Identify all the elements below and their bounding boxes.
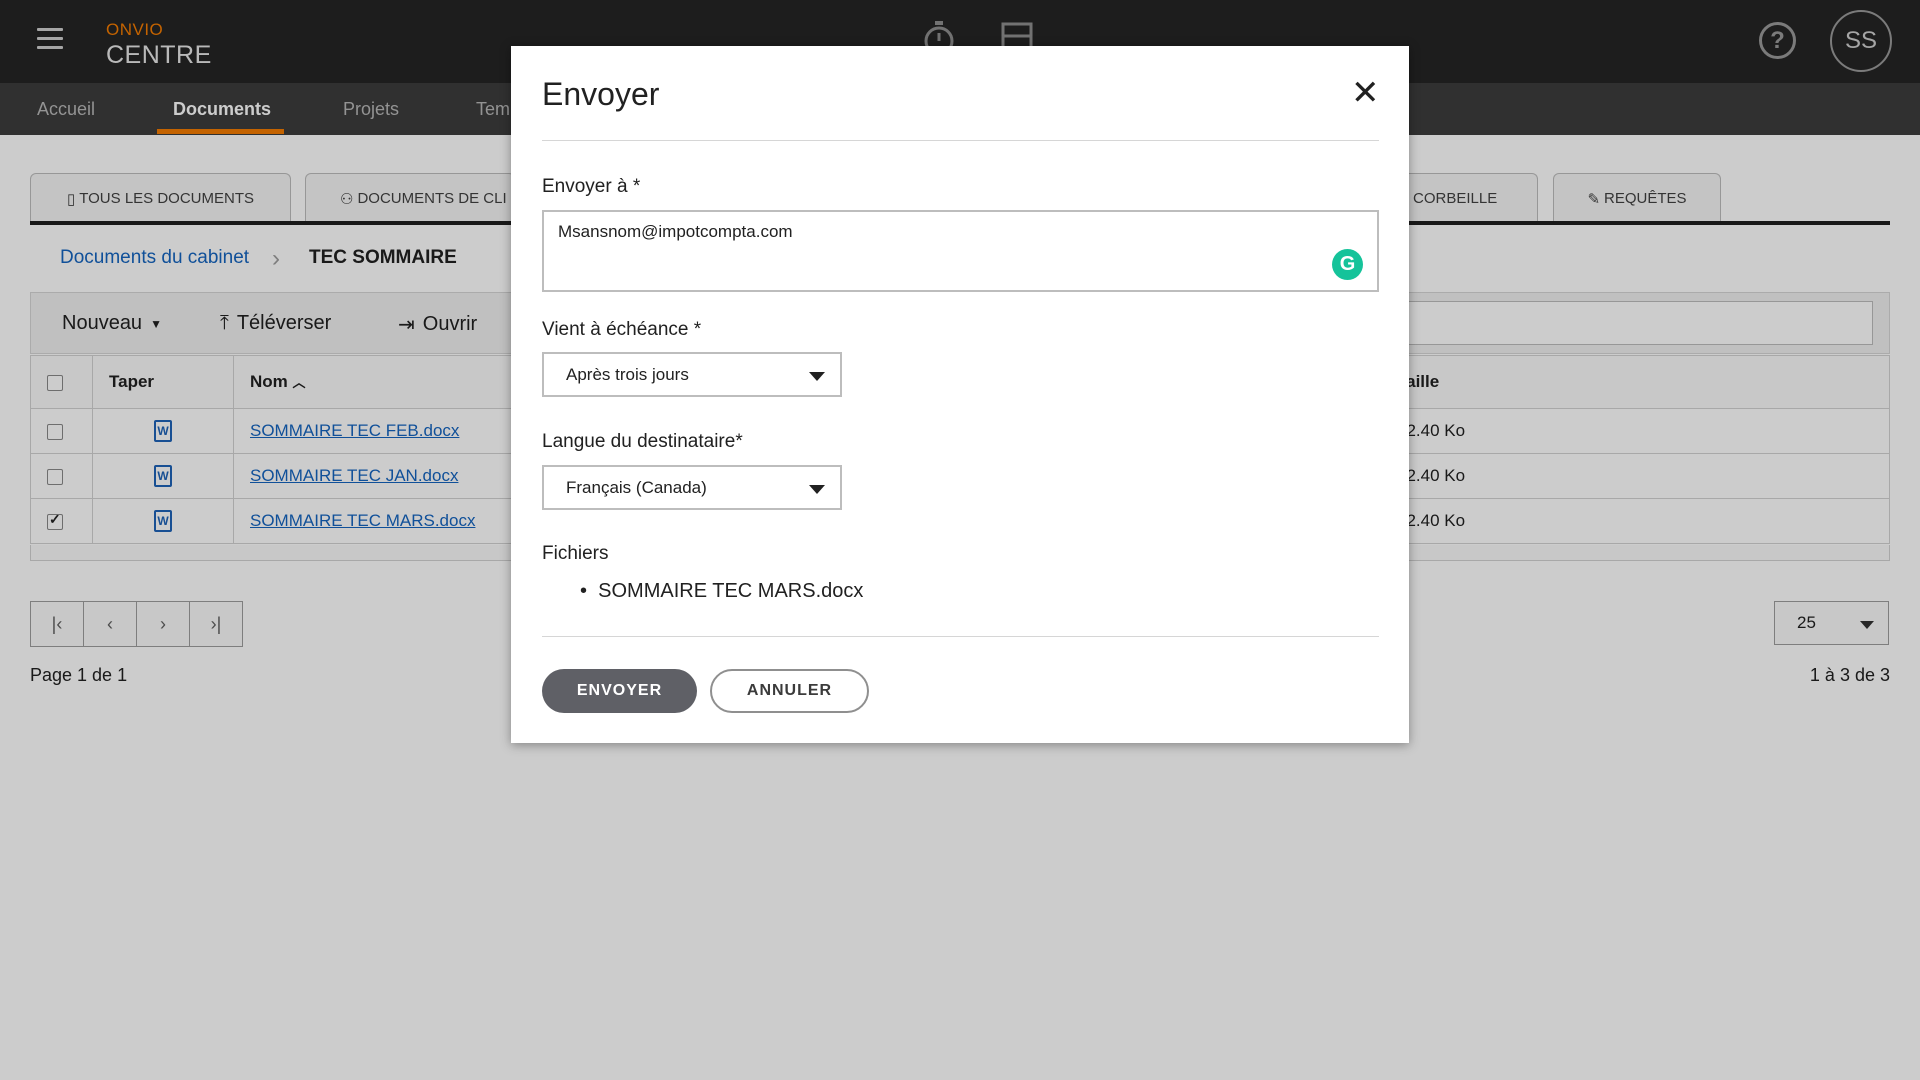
due-select[interactable]: Après trois jours [542, 352, 842, 397]
dialog-divider-top [542, 140, 1379, 141]
send-to-label: Envoyer à * [542, 176, 641, 197]
send-button[interactable]: ENVOYER [542, 669, 697, 713]
dialog-divider-bottom [542, 636, 1379, 637]
caret-down-icon [809, 485, 825, 494]
bullet: • [580, 580, 588, 602]
dialog-title: Envoyer [542, 76, 660, 112]
send-dialog: Envoyer ✕ Envoyer à * Msansnom@impotcomp… [511, 46, 1409, 743]
files-label: Fichiers [542, 543, 609, 564]
language-label: Langue du destinataire* [542, 431, 743, 452]
caret-down-icon [809, 372, 825, 381]
due-select-value: Après trois jours [566, 365, 689, 384]
grammarly-icon[interactable]: G [1332, 249, 1363, 280]
language-select[interactable]: Français (Canada) [542, 465, 842, 510]
close-icon[interactable]: ✕ [1351, 76, 1380, 110]
send-to-field[interactable]: Msansnom@impotcompta.com [542, 210, 1379, 292]
files-list: • SOMMAIRE TEC MARS.docx [580, 580, 863, 603]
due-label: Vient à échéance * [542, 319, 702, 340]
list-item: SOMMAIRE TEC MARS.docx [598, 580, 864, 602]
cancel-button[interactable]: ANNULER [710, 669, 869, 713]
language-select-value: Français (Canada) [566, 478, 707, 497]
